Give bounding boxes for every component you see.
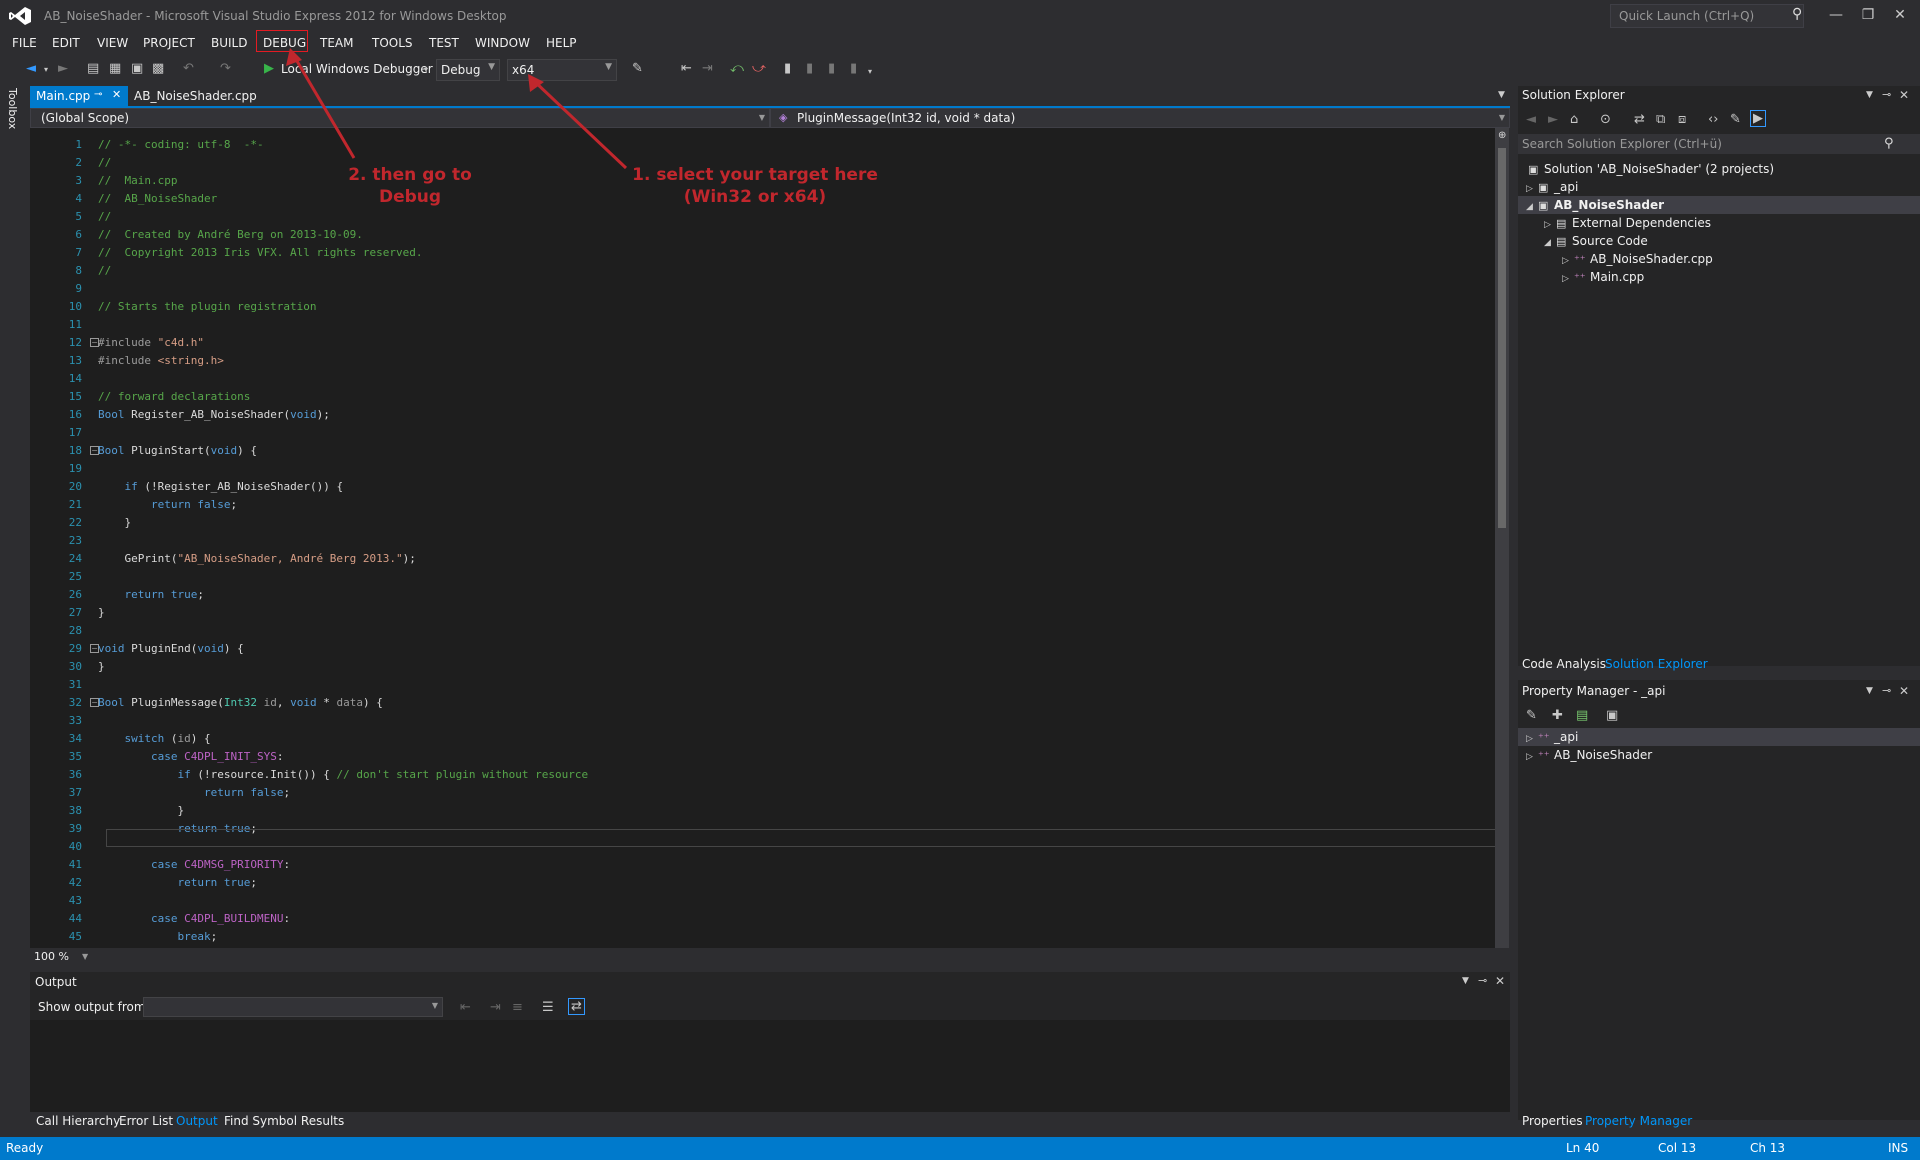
pm-item-ab-noiseshader[interactable]: ▷ ⁺⁺ AB_NoiseShader <box>1526 746 1652 764</box>
solution-search-input[interactable]: Search Solution Explorer (Ctrl+ü) <box>1518 134 1920 154</box>
pm-item-api[interactable]: ▷ ⁺⁺ _api <box>1526 728 1578 746</box>
solution-explorer-title: Solution Explorer <box>1522 88 1625 102</box>
project-icon: ▣ <box>1538 199 1549 212</box>
collapse-icon[interactable]: ◢ <box>1544 234 1556 252</box>
output-text-area[interactable] <box>30 1020 1510 1112</box>
output-source-select[interactable]: ▼ <box>143 997 443 1017</box>
find-icon[interactable]: ≡ <box>512 1000 523 1015</box>
properties-icon[interactable]: ✎ <box>1526 708 1537 723</box>
add-property-sheet-icon[interactable]: ✚ <box>1552 708 1563 723</box>
view-code-icon[interactable]: ‹› <box>1708 112 1718 127</box>
tab-code-analysis[interactable]: Code Analysis <box>1522 657 1606 671</box>
tree-label: External Dependencies <box>1572 216 1712 230</box>
forward-icon[interactable]: ► <box>1548 112 1558 127</box>
solution-icon: ▣ <box>1528 163 1539 176</box>
tree-project-api[interactable]: ▷ ▣ _api <box>1526 178 1578 196</box>
cpp-file-icon: ⁺⁺ <box>1574 271 1586 284</box>
tree-label: Solution 'AB_NoiseShader' (2 projects) <box>1544 162 1775 176</box>
collapse-icon[interactable]: ◢ <box>1526 198 1538 216</box>
project-icon: ⁺⁺ <box>1538 731 1550 744</box>
search-icon[interactable]: ⚲ <box>1884 136 1894 151</box>
collapse-all-icon[interactable]: ⧉ <box>1656 112 1665 127</box>
annotation-line: 1. select your target here <box>632 165 878 185</box>
tab-call-hierarchy[interactable]: Call Hierarchy <box>36 1114 120 1128</box>
back-icon[interactable]: ◄ <box>1526 112 1536 127</box>
save-icon[interactable]: ▣ <box>1606 708 1618 723</box>
sync-icon[interactable]: ⇄ <box>1634 112 1645 127</box>
goto-next-icon[interactable]: ⇥ <box>490 1000 501 1015</box>
tree-file-main-cpp[interactable]: ▷ ⁺⁺ Main.cpp <box>1562 268 1644 286</box>
chevron-down-icon[interactable]: ▼ <box>1462 976 1469 986</box>
status-bar: Ready Ln 40 Col 13 Ch 13 INS <box>0 1137 1920 1160</box>
tab-solution-explorer[interactable]: Solution Explorer <box>1605 657 1708 671</box>
annotation-debug: 2. then go to Debug <box>330 164 490 208</box>
pin-icon[interactable]: ⊸ <box>1882 88 1891 101</box>
show-all-files-icon[interactable]: ⧈ <box>1678 112 1686 127</box>
status-column: Col 13 <box>1658 1141 1697 1155</box>
property-manager-title: Property Manager - _api <box>1522 684 1666 698</box>
tree-solution[interactable]: ▣ Solution 'AB_NoiseShader' (2 projects) <box>1528 160 1774 178</box>
add-existing-sheet-icon[interactable]: ▤ <box>1576 708 1588 723</box>
tree-external-dependencies[interactable]: ▷ ▤ External Dependencies <box>1544 214 1711 232</box>
chevron-down-icon[interactable]: ▼ <box>1866 686 1873 696</box>
pin-icon[interactable]: ⊸ <box>1882 684 1891 697</box>
tree-label: Source Code <box>1572 234 1648 248</box>
chevron-down-icon[interactable]: ▼ <box>1866 90 1873 100</box>
pin-icon[interactable]: ⊸ <box>1478 974 1487 987</box>
folder-icon: ▤ <box>1556 217 1567 230</box>
tab-properties[interactable]: Properties <box>1522 1114 1583 1128</box>
project-icon: ▣ <box>1538 181 1549 194</box>
output-title: Output <box>35 975 77 989</box>
status-insert-mode: INS <box>1888 1141 1909 1155</box>
tab-output[interactable]: Output <box>176 1114 218 1128</box>
expand-icon[interactable]: ▷ <box>1526 748 1538 766</box>
status-line: Ln 40 <box>1566 1141 1600 1155</box>
tab-error-list[interactable]: Error List <box>119 1114 173 1128</box>
annotation-line: Debug <box>378 187 442 207</box>
tab-find-symbol-results[interactable]: Find Symbol Results <box>224 1114 344 1128</box>
chevron-down-icon: ▼ <box>431 1001 438 1010</box>
clear-all-icon[interactable]: ☰ <box>542 1000 554 1015</box>
tree-label: AB_NoiseShader.cpp <box>1590 252 1713 266</box>
project-icon: ⁺⁺ <box>1538 749 1550 762</box>
tree-label: AB_NoiseShader <box>1554 748 1653 762</box>
properties-icon[interactable]: ✎ <box>1730 112 1741 127</box>
tree-project-ab-noiseshader[interactable]: ◢ ▣ AB_NoiseShader <box>1518 196 1920 214</box>
expand-icon[interactable]: ▷ <box>1562 270 1574 288</box>
close-icon[interactable]: ✕ <box>1899 684 1909 698</box>
word-wrap-icon[interactable]: ⇄ <box>568 998 585 1015</box>
tree-label: Main.cpp <box>1590 270 1645 284</box>
folder-icon: ▤ <box>1556 235 1567 248</box>
status-ready: Ready <box>6 1141 44 1155</box>
tab-property-manager[interactable]: Property Manager <box>1585 1114 1692 1128</box>
tree-label: _api <box>1554 730 1579 744</box>
close-icon[interactable]: ✕ <box>1495 974 1505 988</box>
pending-changes-icon[interactable]: ⊙ <box>1600 112 1611 127</box>
home-icon[interactable]: ⌂ <box>1570 112 1578 127</box>
annotation-line: 2. then go to <box>348 165 472 185</box>
tree-source-code[interactable]: ◢ ▤ Source Code <box>1544 232 1648 250</box>
cpp-file-icon: ⁺⁺ <box>1574 253 1586 266</box>
annotation-line: (Win32 or x64) <box>683 187 827 207</box>
tree-file-ab-noiseshader-cpp[interactable]: ▷ ⁺⁺ AB_NoiseShader.cpp <box>1562 250 1713 268</box>
preview-icon[interactable]: ▶ <box>1750 110 1766 127</box>
tree-label: AB_NoiseShader <box>1554 198 1665 212</box>
annotation-target: 1. select your target here (Win32 or x64… <box>620 164 890 208</box>
show-output-label: Show output from: <box>38 1000 150 1014</box>
status-char: Ch 13 <box>1750 1141 1786 1155</box>
tree-label: _api <box>1554 180 1579 194</box>
close-icon[interactable]: ✕ <box>1899 88 1909 102</box>
goto-prev-icon[interactable]: ⇤ <box>460 1000 471 1015</box>
